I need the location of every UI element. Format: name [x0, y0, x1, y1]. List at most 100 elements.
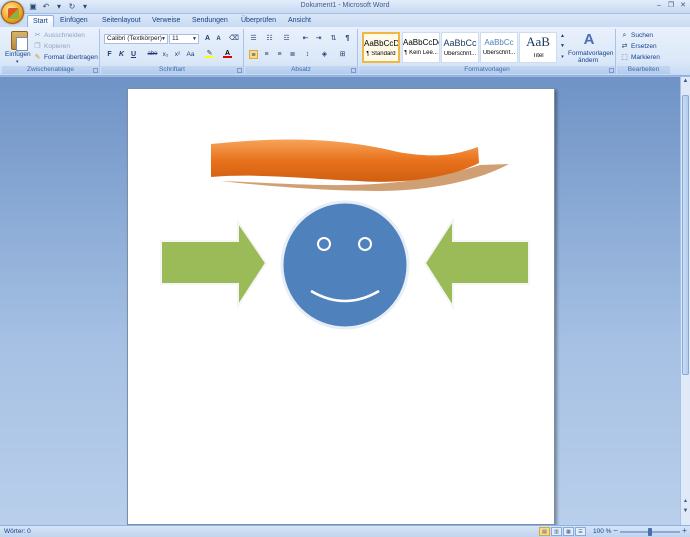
- clipboard-group: Einfügen ▾ ✂ Ausschneiden ❐ Kopieren ✎ F…: [2, 29, 100, 74]
- font-name-combo[interactable]: Calibri (Textkörper) ▼: [104, 34, 168, 44]
- paste-dropdown-icon[interactable]: ▾: [16, 59, 19, 65]
- style-name: Titel: [532, 53, 544, 59]
- tab-einfuegen[interactable]: Einfügen: [55, 15, 93, 27]
- zoom-out-icon[interactable]: −: [611, 527, 620, 536]
- bold-button[interactable]: F: [105, 50, 114, 59]
- select-button[interactable]: Markieren: [631, 54, 660, 61]
- window-controls: – ❐ ✕: [654, 1, 688, 11]
- paragraph-launcher-icon[interactable]: [351, 68, 356, 73]
- increase-indent-icon[interactable]: ⇥: [314, 34, 323, 43]
- superscript-button[interactable]: x²: [173, 50, 182, 59]
- style-ueberschrift-2[interactable]: AaBbCc Überschrif...: [480, 32, 518, 63]
- change-styles-button[interactable]: Formatvorlagen: [568, 50, 614, 57]
- paragraph-group-label: Absatz: [245, 66, 357, 74]
- find-button[interactable]: Suchen: [631, 32, 653, 39]
- bullets-icon[interactable]: ☰: [249, 34, 258, 43]
- strikethrough-button[interactable]: abe: [146, 50, 159, 59]
- align-center-icon[interactable]: ≡: [262, 50, 271, 59]
- style-kein-leerraum[interactable]: AaBbCcDc ¶ Kein Lee...: [402, 32, 440, 63]
- office-logo-icon: [8, 8, 19, 19]
- title-bar: ▣ ↶ ▾ ↻ ▾ Dokument1 - Microsoft Word – ❐…: [0, 0, 690, 14]
- clipboard-launcher-icon[interactable]: [93, 68, 98, 73]
- binoculars-icon: ⌕: [622, 32, 627, 39]
- smiley-face[interactable]: [280, 200, 410, 330]
- styles-launcher-icon[interactable]: [609, 68, 614, 73]
- styles-more-icon[interactable]: ▾: [558, 53, 567, 62]
- web-layout-icon[interactable]: ▦: [563, 527, 574, 536]
- style-sample: AaBbCcDc: [403, 38, 439, 47]
- zoom-slider-knob[interactable]: [648, 528, 652, 536]
- scroll-up-icon[interactable]: ▲: [681, 77, 690, 86]
- office-button[interactable]: [1, 1, 24, 24]
- tab-verweise[interactable]: Verweise: [147, 15, 185, 27]
- sort-icon[interactable]: ⇅: [329, 34, 338, 43]
- paste-button[interactable]: Einfügen: [5, 51, 31, 58]
- change-styles-icon[interactable]: A: [581, 32, 597, 48]
- ruler-toggle-icon[interactable]: ▴: [681, 497, 690, 506]
- maximize-icon[interactable]: ❐: [666, 1, 676, 11]
- word-count[interactable]: Wörter: 0: [4, 528, 31, 535]
- numbering-icon[interactable]: ☷: [265, 34, 274, 43]
- shading-icon[interactable]: ◈: [320, 50, 329, 59]
- font-launcher-icon[interactable]: [237, 68, 242, 73]
- zoom-slider[interactable]: [620, 528, 680, 536]
- minimize-icon[interactable]: –: [654, 1, 664, 11]
- paste-icon[interactable]: [11, 31, 28, 51]
- font-group-label: Schriftart: [101, 66, 243, 74]
- subscript-button[interactable]: x₂: [161, 50, 170, 59]
- shrink-font-button[interactable]: A: [214, 35, 223, 44]
- style-name: ¶ Standard: [366, 51, 396, 57]
- font-name-value: Calibri (Textkörper): [107, 35, 162, 42]
- print-layout-icon[interactable]: ▤: [539, 527, 550, 536]
- styles-scroll-up-icon[interactable]: ▲: [558, 32, 567, 41]
- left-arrow[interactable]: [160, 218, 268, 310]
- multilevel-list-icon[interactable]: ☲: [282, 34, 291, 43]
- justify-icon[interactable]: ≣: [288, 50, 297, 59]
- borders-icon[interactable]: ⊞: [338, 50, 347, 59]
- underline-button[interactable]: U: [129, 50, 138, 59]
- style-ueberschrift-1[interactable]: AaBbCc Überschrif...: [441, 32, 479, 63]
- styles-scroll-down-icon[interactable]: ▼: [558, 42, 567, 51]
- chevron-down-icon: ▼: [161, 36, 166, 42]
- italic-button[interactable]: K: [117, 50, 126, 59]
- pilcrow-icon[interactable]: ¶: [343, 34, 352, 43]
- grow-font-button[interactable]: A: [203, 34, 212, 43]
- change-case-button[interactable]: Aa: [186, 50, 195, 59]
- right-arrow[interactable]: [423, 216, 530, 311]
- tab-seitenlayout[interactable]: Seitenlayout: [97, 15, 146, 27]
- cut-button[interactable]: Ausschneiden: [44, 32, 85, 39]
- copy-button[interactable]: Kopieren: [44, 43, 70, 50]
- align-left-icon[interactable]: ≡: [249, 50, 258, 59]
- vertical-scrollbar[interactable]: ▲ ▴ ▼: [680, 77, 690, 525]
- font-color-icon[interactable]: A: [223, 49, 232, 58]
- font-size-combo[interactable]: 11 ▼: [169, 34, 199, 44]
- clear-formatting-icon[interactable]: ⌫: [229, 34, 239, 43]
- document-page[interactable]: [127, 88, 555, 525]
- close-icon[interactable]: ✕: [678, 1, 688, 11]
- replace-icon: ⇄: [621, 43, 628, 50]
- style-standard[interactable]: AaBbCcDc ¶ Standard: [362, 32, 400, 63]
- font-size-value: 11: [172, 35, 179, 42]
- tab-sendungen[interactable]: Sendungen: [187, 15, 233, 27]
- tab-ansicht[interactable]: Ansicht: [283, 15, 316, 27]
- outline-icon[interactable]: ☰: [575, 527, 586, 536]
- tab-start[interactable]: Start: [27, 15, 54, 27]
- scroll-down-icon[interactable]: ▼: [681, 507, 690, 516]
- decrease-indent-icon[interactable]: ⇤: [301, 34, 310, 43]
- full-screen-reading-icon[interactable]: ▥: [551, 527, 562, 536]
- align-right-icon[interactable]: ≡: [275, 50, 284, 59]
- copy-icon: ❐: [34, 43, 41, 50]
- format-painter-button[interactable]: Format übertragen: [44, 54, 98, 61]
- scroll-thumb[interactable]: [682, 95, 689, 375]
- editing-group-label: Bearbeiten: [617, 66, 670, 74]
- highlight-icon[interactable]: ✎: [205, 49, 214, 58]
- view-buttons: ▤ ▥ ▦ ☰: [539, 527, 586, 536]
- zoom-in-icon[interactable]: +: [680, 527, 689, 536]
- select-icon: ⬚: [621, 54, 628, 61]
- style-titel[interactable]: AaB Titel: [519, 32, 557, 63]
- line-spacing-icon[interactable]: ↕: [303, 50, 312, 59]
- zoom-level[interactable]: 100 %: [593, 528, 611, 535]
- replace-button[interactable]: Ersetzen: [631, 43, 657, 50]
- tab-ueberpruefen[interactable]: Überprüfen: [236, 15, 281, 27]
- orange-banner[interactable]: [211, 139, 479, 182]
